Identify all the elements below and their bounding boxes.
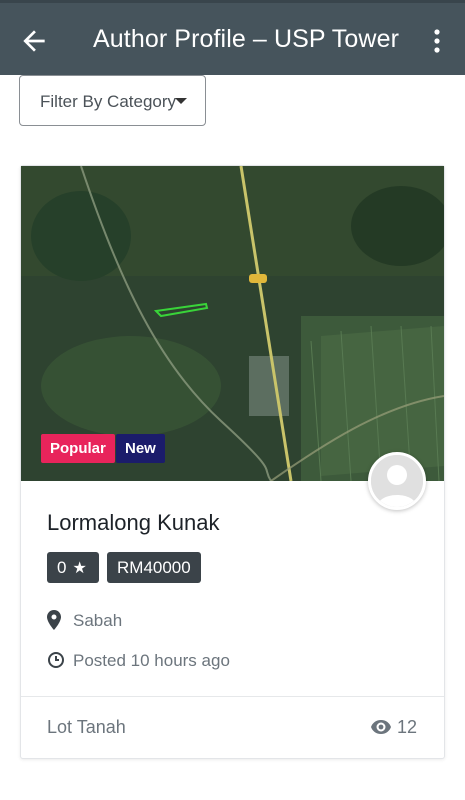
listing-image[interactable]: Popular New bbox=[21, 166, 444, 481]
listing-title[interactable]: Lormalong Kunak bbox=[47, 510, 219, 536]
popular-badge: Popular bbox=[41, 434, 115, 463]
back-button[interactable] bbox=[18, 25, 50, 57]
views-number: 12 bbox=[397, 717, 418, 737]
location-row: Sabah bbox=[47, 610, 247, 632]
views-count: 12 bbox=[371, 717, 427, 741]
card-divider bbox=[21, 696, 444, 697]
eye-icon bbox=[371, 720, 391, 734]
user-avatar-icon bbox=[371, 455, 423, 507]
rating-chip: 0 ★ bbox=[47, 552, 99, 583]
page-title: Author Profile – USP Tower bbox=[93, 25, 399, 53]
rating-value: 0 bbox=[57, 558, 67, 577]
star-icon: ★ bbox=[72, 560, 87, 577]
caret-down-icon bbox=[175, 98, 187, 104]
new-badge: New bbox=[116, 434, 165, 463]
map-pin-icon bbox=[47, 610, 61, 630]
location-text: Sabah bbox=[73, 611, 123, 630]
filter-by-category-dropdown[interactable]: Filter By Category bbox=[19, 75, 206, 126]
price-chip: RM40000 bbox=[107, 552, 201, 583]
posted-row: Posted 10 hours ago bbox=[47, 650, 307, 672]
more-options-button[interactable] bbox=[425, 27, 449, 55]
listing-card[interactable]: Popular New Lormalong Kunak 0 ★ RM40000 S… bbox=[20, 165, 445, 759]
posted-text: Posted 10 hours ago bbox=[73, 651, 230, 670]
filter-label: Filter By Category bbox=[40, 92, 177, 111]
more-vert-icon bbox=[434, 29, 440, 53]
clock-icon bbox=[48, 652, 64, 668]
author-avatar[interactable] bbox=[368, 452, 426, 510]
arrow-left-icon bbox=[23, 30, 45, 52]
app-bar: Author Profile – USP Tower bbox=[0, 0, 465, 75]
category-label[interactable]: Lot Tanah bbox=[47, 717, 126, 738]
